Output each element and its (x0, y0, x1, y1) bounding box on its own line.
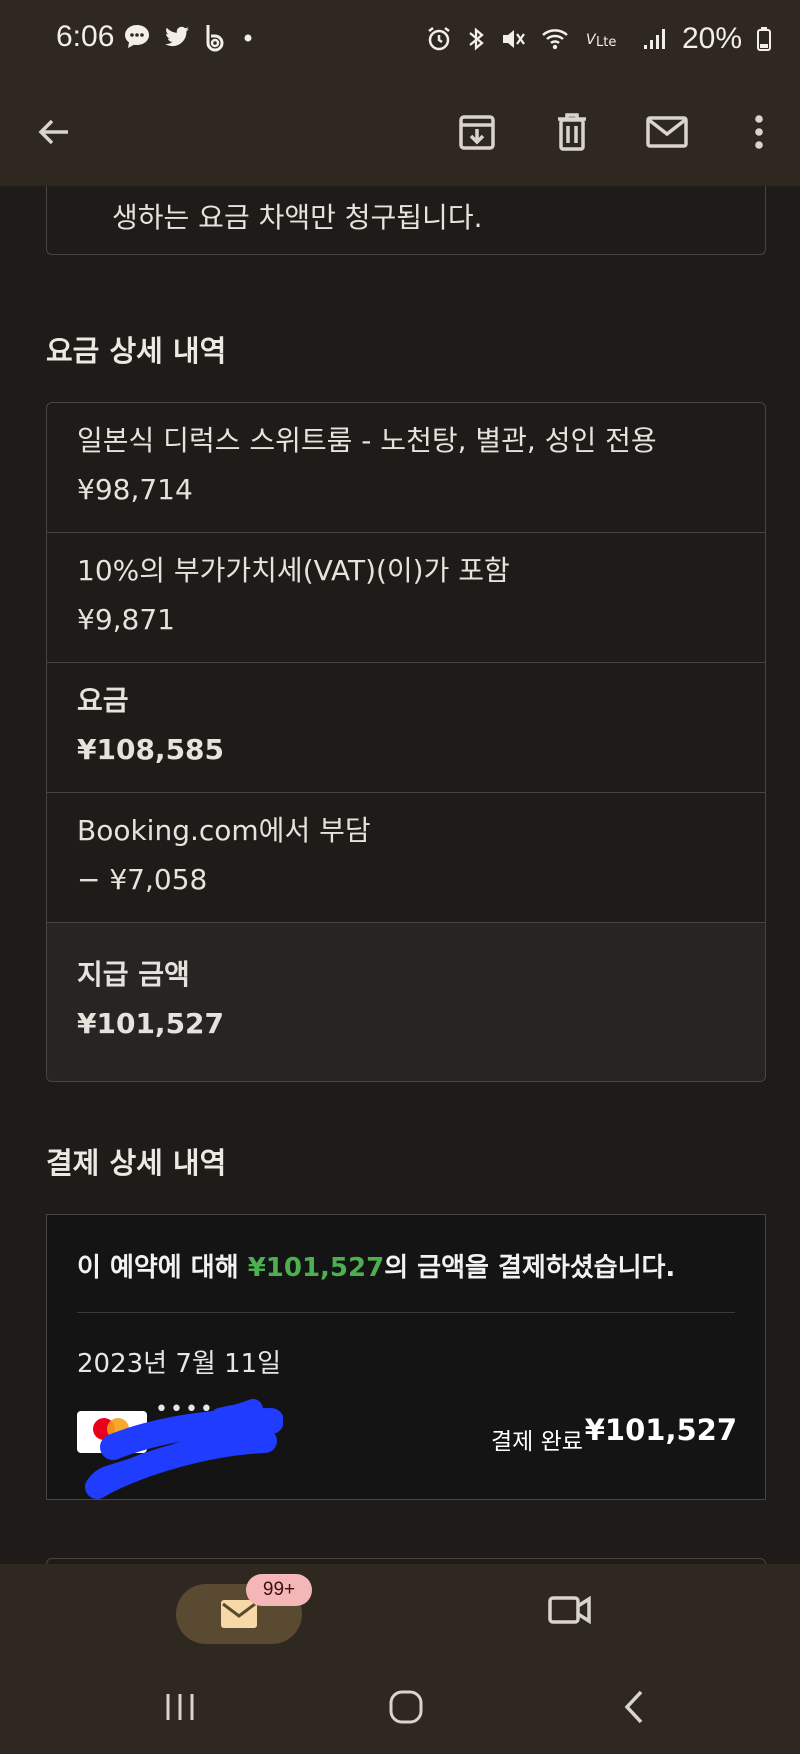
payment-message-suffix: 의 금액을 결제하셨습니다. (384, 1253, 676, 1283)
mute-icon (502, 30, 525, 48)
price-row-amount: ¥108,585 (77, 733, 225, 766)
price-row-label: 일본식 디럭스 스위트룸 - 노천탕, 별관, 성인 전용 (77, 424, 657, 457)
price-row-label: 지급 금액 (77, 958, 190, 991)
payment-message-amount: ¥101,527 (247, 1253, 385, 1283)
svg-text:Lte: Lte (596, 35, 616, 50)
notification-icons (122, 22, 256, 52)
app-bar (0, 78, 800, 186)
price-table: 일본식 디럭스 스위트룸 - 노천탕, 별관, 성인 전용 ¥98,714 10… (46, 402, 766, 1082)
archive-icon[interactable] (445, 100, 509, 164)
redaction-scribble (85, 1399, 283, 1499)
alarm-icon (428, 27, 450, 51)
price-row-subtotal: 요금 ¥108,585 (47, 663, 765, 793)
wifi-icon (542, 29, 568, 50)
recent-apps-icon[interactable] (150, 1682, 210, 1732)
payment-message-prefix: 이 예약에 대해 (77, 1253, 248, 1283)
payment-date: 2023년 7월 11일 (77, 1349, 282, 1379)
notice-text: 생하는 요금 차액만 청구됩니다. (112, 201, 483, 234)
bottom-nav: 99+ (0, 1564, 800, 1664)
twitter-icon (165, 26, 189, 47)
price-row-amount: ¥98,714 (77, 473, 193, 506)
b-app-icon (206, 25, 224, 52)
price-row-amount: ¥9,871 (77, 603, 175, 636)
dot-icon (244, 34, 252, 42)
mail-icon[interactable] (635, 100, 699, 164)
unread-badge: 99+ (246, 1574, 312, 1606)
volte-icon: V Lte (586, 32, 616, 50)
more-vert-icon[interactable] (727, 100, 791, 164)
chat-bubble-icon (125, 25, 149, 48)
signal-icon (643, 29, 665, 49)
home-icon[interactable] (376, 1682, 436, 1732)
price-row-amount: ¥101,527 (77, 1007, 225, 1040)
system-nav-bar (0, 1664, 800, 1754)
price-section-title: 요금 상세 내역 (46, 334, 227, 368)
payment-status: 결제 완료 (491, 1429, 583, 1455)
price-row-total: 지급 금액 ¥101,527 (47, 923, 765, 1081)
price-row-label: 요금 (77, 684, 129, 717)
price-row-label: Booking.com에서 부담 (77, 814, 371, 847)
system-status-icons: V Lte 20% (426, 22, 772, 56)
back-arrow-icon[interactable] (22, 100, 86, 164)
price-row-discount: Booking.com에서 부담 − ¥7,058 (47, 793, 765, 923)
video-camera-icon (548, 1595, 591, 1625)
nav-back-icon[interactable] (604, 1682, 664, 1732)
price-row-vat: 10%의 부가가치세(VAT)(이)가 포함 ¥9,871 (47, 533, 765, 663)
status-bar: 6:06 V Lte 20% (0, 0, 800, 78)
bluetooth-icon (469, 27, 484, 51)
email-content: 생하는 요금 차액만 청구됩니다. 요금 상세 내역 일본식 디럭스 스위트룸 … (0, 186, 800, 1564)
price-row-amount: − ¥7,058 (77, 863, 208, 896)
payment-box: 이 예약에 대해 ¥101,527의 금액을 결제하셨습니다. 2023년 7월… (46, 1214, 766, 1500)
price-row-room: 일본식 디럭스 스위트룸 - 노천탕, 별관, 성인 전용 ¥98,714 (47, 403, 765, 533)
price-row-label: 10%의 부가가치세(VAT)(이)가 포함 (77, 554, 510, 587)
payment-amount: ¥101,527 (584, 1413, 737, 1447)
status-time: 6:06 (56, 20, 115, 53)
delete-icon[interactable] (540, 100, 604, 164)
divider (77, 1312, 735, 1313)
meet-tab[interactable] (546, 1586, 594, 1634)
payment-message: 이 예약에 대해 ¥101,527의 금액을 결제하셨습니다. (77, 1247, 675, 1284)
payment-section-title: 결제 상세 내역 (46, 1146, 227, 1180)
battery-percent: 20% (681, 22, 742, 55)
battery-icon (757, 27, 771, 51)
